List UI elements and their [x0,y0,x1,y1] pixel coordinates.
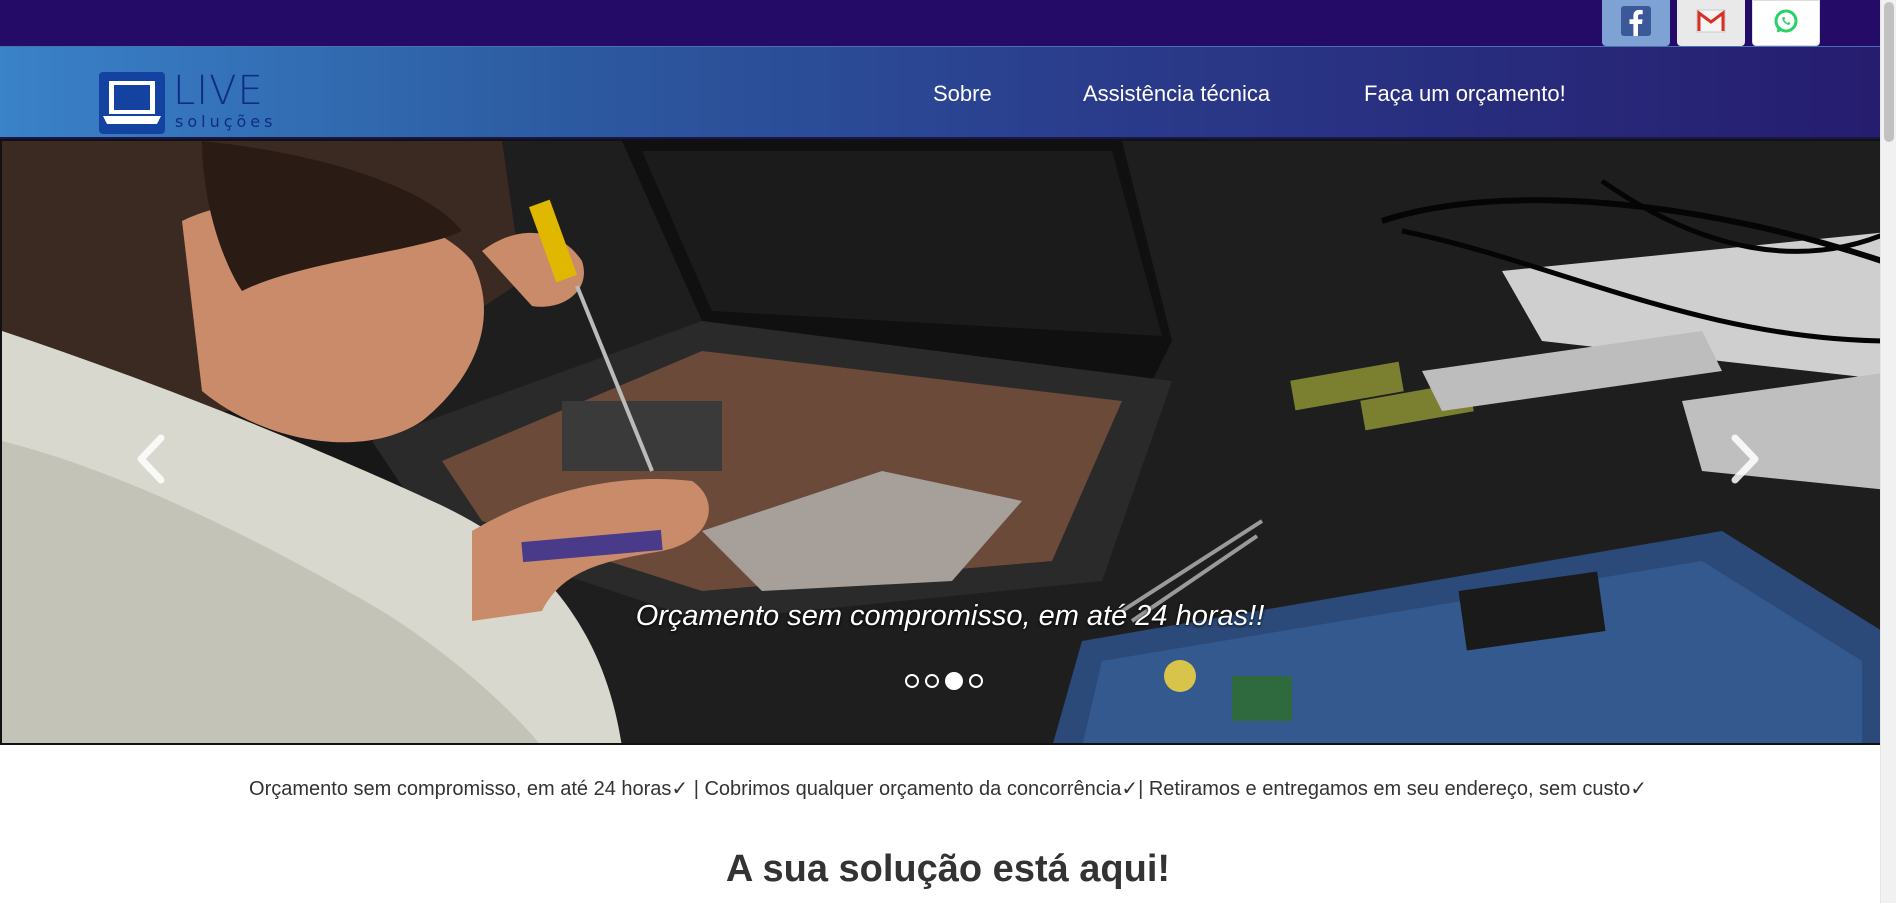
whatsapp-button[interactable] [1752,0,1820,46]
chevron-right-icon [1729,434,1763,489]
top-strip [0,0,1896,46]
navbar: LIVE soluções Sobre Assistência técnica … [0,46,1896,139]
page-scrollbar[interactable] [1880,0,1896,903]
page: LIVE soluções Sobre Assistência técnica … [0,0,1896,903]
gmail-icon [1696,9,1726,38]
hero-carousel: Orçamento sem compromisso, em até 24 hor… [0,139,1896,745]
laptop-logo-icon [99,72,165,134]
brand-name: LIVE [173,68,264,114]
facebook-icon [1621,5,1651,41]
whatsapp-icon [1773,8,1799,39]
carousel-indicator-2[interactable] [925,674,939,688]
laptop-repair-photo [2,141,1894,743]
carousel-indicator-3[interactable] [945,672,963,690]
carousel-prev-button[interactable] [120,431,180,491]
scrollbar-thumb[interactable] [1884,2,1894,142]
section-heading: A sua solução está aqui! [725,848,1171,890]
chevron-left-icon [133,434,167,489]
carousel-indicator-1[interactable] [905,674,919,688]
carousel-indicator-4[interactable] [969,674,983,688]
brand-tagline: soluções [175,112,277,131]
benefits-strip: Orçamento sem compromisso, em até 24 hor… [249,778,1647,800]
carousel-next-button[interactable] [1716,431,1776,491]
brand-logo[interactable]: LIVE soluções [99,68,284,136]
facebook-button[interactable] [1602,0,1670,46]
nav-link-sobre[interactable]: Sobre [933,81,992,107]
nav-link-assistencia-tecnica[interactable]: Assistência técnica [1083,81,1270,107]
carousel-indicators [905,672,983,690]
carousel-caption: Orçamento sem compromisso, em até 24 hor… [635,600,1265,632]
nav-link-faca-um-orcamento[interactable]: Faça um orçamento! [1364,81,1566,107]
gmail-button[interactable] [1677,0,1745,46]
